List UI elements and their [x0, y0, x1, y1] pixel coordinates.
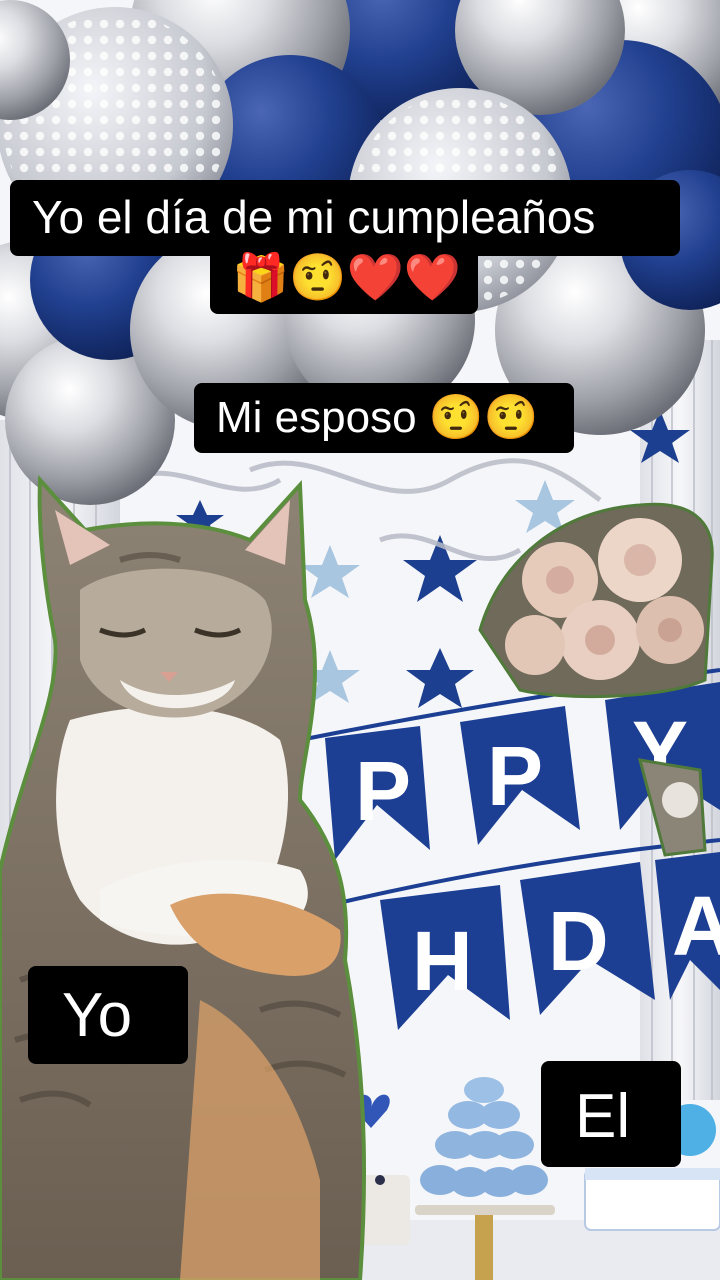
banner-letter-4: H — [412, 914, 473, 1008]
caption-husband-text: Mi esposo 🤨🤨 — [216, 393, 539, 442]
caption-title-line2-text: 🎁🤨❤️❤️ — [232, 251, 462, 303]
banner-letter-6: A — [672, 879, 720, 973]
caption-title-line1-text: Yo el día de mi cumpleaños — [32, 191, 596, 243]
banner-letter-2: P — [487, 729, 543, 823]
caption-me-text: Yo — [62, 981, 133, 1050]
caption-husband: Mi esposo 🤨🤨 — [194, 383, 574, 453]
banner-letter-5: D — [548, 894, 609, 988]
caption-title-line2: 🎁🤨❤️❤️ — [210, 244, 478, 314]
banner-letter-1: P — [355, 744, 411, 838]
caption-him-text: El — [575, 1082, 631, 1151]
caption-him: El — [541, 1061, 681, 1167]
caption-me: Yo — [28, 966, 188, 1064]
